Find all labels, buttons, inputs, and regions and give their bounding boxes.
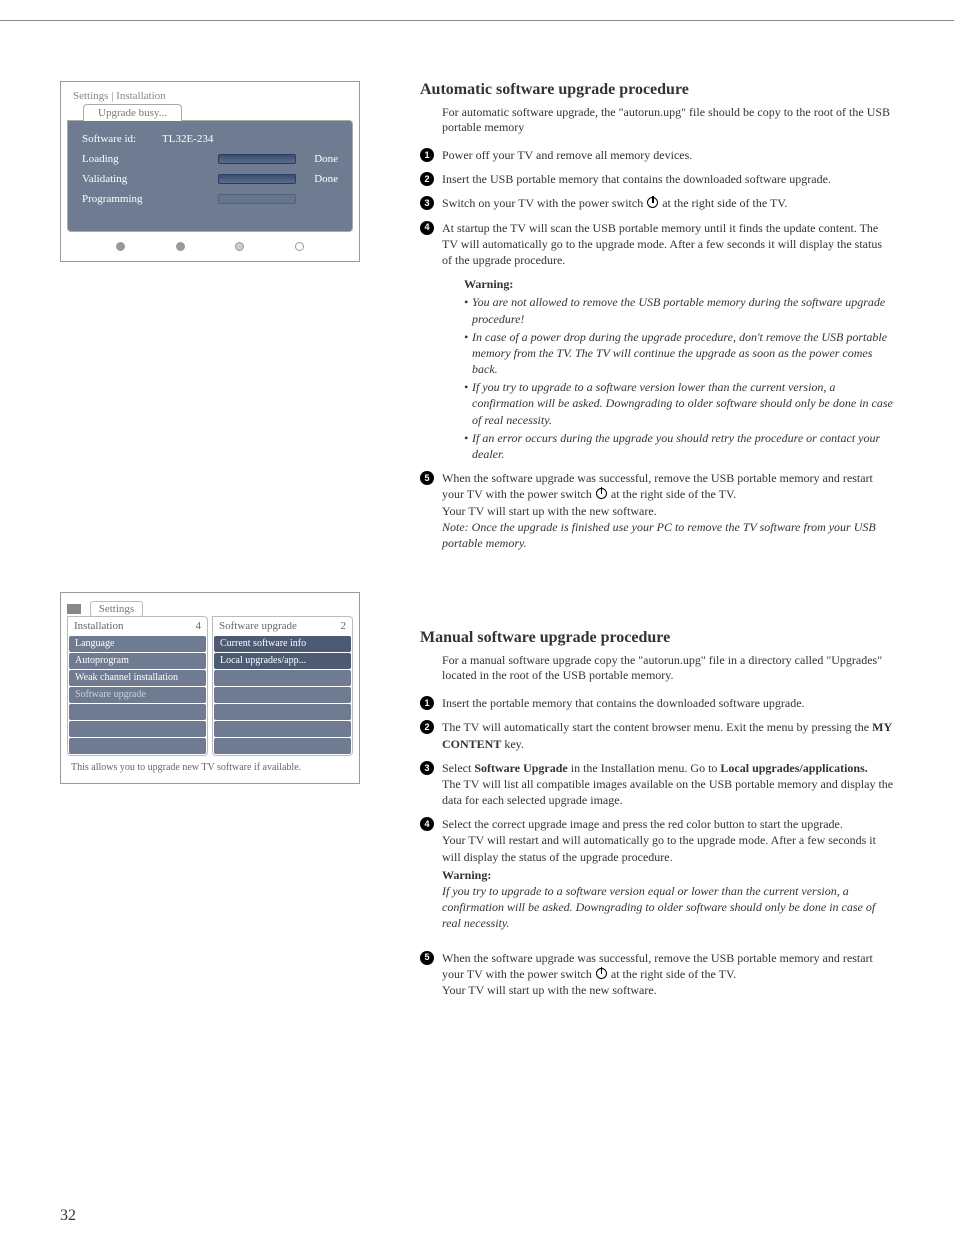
manual-step-2b: key. bbox=[504, 737, 524, 751]
nav-dot-icon bbox=[235, 242, 244, 251]
auto-warn-1: You are not allowed to remove the USB po… bbox=[464, 294, 894, 326]
manual-step-1: Insert the portable memory that contains… bbox=[442, 696, 805, 710]
auto-step-1: Power off your TV and remove all memory … bbox=[442, 148, 692, 162]
step-number-icon: 4 bbox=[420, 817, 434, 831]
menu-item-empty bbox=[214, 687, 351, 703]
warning-title: Warning: bbox=[464, 276, 894, 292]
software-id-value: TL32E-234 bbox=[162, 133, 232, 145]
installation-box: Installation 4 Language Autoprogram Weak… bbox=[67, 616, 208, 756]
nav-dot-icon bbox=[176, 242, 185, 251]
auto-warn-3: If you try to upgrade to a software vers… bbox=[464, 379, 894, 428]
manual-step-2a: The TV will automatically start the cont… bbox=[442, 720, 872, 734]
heading-automatic: Automatic software upgrade procedure bbox=[420, 81, 894, 99]
auto-steps: 1 Power off your TV and remove all memor… bbox=[420, 147, 894, 551]
tv-icon bbox=[67, 604, 81, 614]
menu-item-empty bbox=[69, 738, 206, 754]
step-number-icon: 5 bbox=[420, 951, 434, 965]
figure-upgrade-busy: Settings | Installation Upgrade busy... … bbox=[60, 81, 360, 262]
manual-step-4a: Select the correct upgrade image and pre… bbox=[442, 817, 843, 831]
loading-bar bbox=[218, 154, 295, 164]
menu-item-current-info: Current software info bbox=[214, 636, 351, 652]
help-text: This allows you to upgrade new TV softwa… bbox=[67, 762, 353, 773]
step-number-icon: 1 bbox=[420, 696, 434, 710]
manual-step-3a: Select bbox=[442, 761, 474, 775]
tab-upgrade-busy: Upgrade busy... bbox=[83, 104, 182, 121]
manual-step-3c: in the Installation menu. Go to bbox=[571, 761, 721, 775]
power-icon bbox=[596, 968, 607, 979]
validating-label: Validating bbox=[82, 173, 155, 185]
software-upgrade-box: Software upgrade 2 Current software info… bbox=[212, 616, 353, 756]
auto-step-3b: at the right side of the TV. bbox=[662, 196, 787, 210]
auto-warn-4: If an error occurs during the upgrade yo… bbox=[464, 430, 894, 462]
step-number-icon: 2 bbox=[420, 720, 434, 734]
power-icon bbox=[596, 488, 607, 499]
step-number-icon: 5 bbox=[420, 471, 434, 485]
installation-label: Installation bbox=[74, 620, 124, 632]
validating-bar bbox=[218, 174, 295, 184]
menu-item-empty bbox=[214, 738, 351, 754]
menu-item-empty bbox=[69, 721, 206, 737]
menu-item-empty bbox=[214, 721, 351, 737]
nav-dot-icon bbox=[116, 242, 125, 251]
page-number: 32 bbox=[60, 1207, 76, 1225]
auto-warning-block: Warning: You are not allowed to remove t… bbox=[464, 276, 894, 462]
manual-step-3e: The TV will list all compatible images a… bbox=[442, 777, 893, 807]
manual-steps: 1 Insert the portable memory that contai… bbox=[420, 695, 894, 998]
auto-step-4: At startup the TV will scan the USB port… bbox=[442, 221, 882, 267]
programming-bar bbox=[218, 194, 295, 204]
manual-step-4b: Your TV will restart and will automatica… bbox=[442, 833, 876, 863]
step-number-icon: 4 bbox=[420, 221, 434, 235]
manual-warn: If you try to upgrade to a software vers… bbox=[442, 884, 875, 930]
auto-step-5b: at the right side of the TV. bbox=[611, 487, 736, 501]
software-upgrade-count: 2 bbox=[341, 620, 347, 632]
installation-count: 4 bbox=[196, 620, 202, 632]
loading-label: Loading bbox=[82, 153, 155, 165]
auto-step-3a: Switch on your TV with the power switch bbox=[442, 196, 646, 210]
local-upgrades-term: Local upgrades/applications. bbox=[720, 761, 867, 775]
auto-step-2: Insert the USB portable memory that cont… bbox=[442, 172, 831, 186]
software-id-label: Software id: bbox=[82, 133, 162, 145]
step-number-icon: 1 bbox=[420, 148, 434, 162]
settings-title: Settings bbox=[90, 601, 143, 617]
auto-step-5-note: Note: Once the upgrade is finished use y… bbox=[442, 520, 876, 550]
menu-item-autoprogram: Autoprogram bbox=[69, 653, 206, 669]
validating-status: Done bbox=[302, 173, 338, 185]
menu-item-language: Language bbox=[69, 636, 206, 652]
step-number-icon: 3 bbox=[420, 196, 434, 210]
auto-warn-2: In case of a power drop during the upgra… bbox=[464, 329, 894, 378]
menu-item-empty bbox=[214, 704, 351, 720]
manual-intro: For a manual software upgrade copy the "… bbox=[442, 653, 894, 683]
software-upgrade-label: Software upgrade bbox=[219, 620, 297, 632]
menu-item-local-upgrades: Local upgrades/app... bbox=[214, 653, 351, 669]
nav-dot-icon bbox=[295, 242, 304, 251]
auto-step-5c: Your TV will start up with the new softw… bbox=[442, 504, 657, 518]
programming-label: Programming bbox=[82, 193, 155, 205]
figure-settings-menu: Settings Installation 4 Language Autopro… bbox=[60, 592, 360, 784]
auto-intro: For automatic software upgrade, the "aut… bbox=[442, 105, 894, 135]
loading-status: Done bbox=[302, 153, 338, 165]
manual-step-5c: Your TV will start up with the new softw… bbox=[442, 983, 657, 997]
software-upgrade-term: Software Upgrade bbox=[474, 761, 567, 775]
heading-manual: Manual software upgrade procedure bbox=[420, 629, 894, 647]
power-icon bbox=[647, 197, 658, 208]
menu-item-software-upgrade: Software upgrade bbox=[69, 687, 206, 703]
menu-item-empty bbox=[69, 704, 206, 720]
step-number-icon: 3 bbox=[420, 761, 434, 775]
menu-item-empty bbox=[214, 670, 351, 686]
manual-warn-title: Warning: bbox=[442, 867, 894, 883]
menu-item-weak-channel: Weak channel installation bbox=[69, 670, 206, 686]
upgrade-panel: Software id: TL32E-234 Loading Done Vali… bbox=[67, 120, 353, 232]
step-number-icon: 2 bbox=[420, 172, 434, 186]
manual-step-5b: at the right side of the TV. bbox=[611, 967, 736, 981]
breadcrumb: Settings | Installation bbox=[61, 90, 359, 102]
